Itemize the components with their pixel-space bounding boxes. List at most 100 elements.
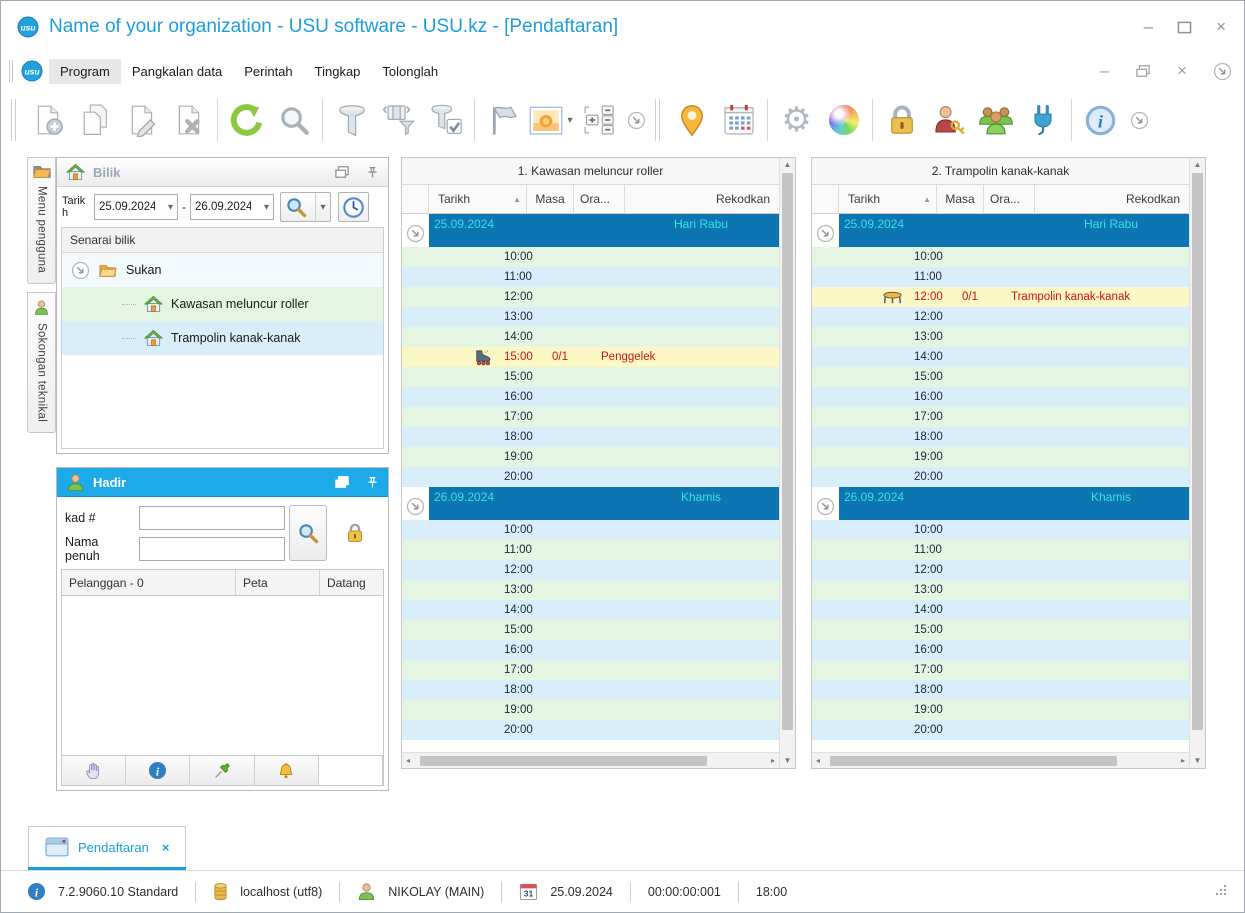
time-slot-row[interactable]: 16:00 bbox=[812, 640, 1189, 660]
color-sphere-button[interactable] bbox=[820, 96, 867, 144]
time-slot-row[interactable]: 20:00 bbox=[812, 720, 1189, 740]
time-slot-row[interactable]: 12:00 bbox=[812, 307, 1189, 327]
column-header-tarikh[interactable]: Tarikh ▲ bbox=[839, 185, 937, 213]
scroll-up-arrow[interactable]: ▲ bbox=[1190, 158, 1205, 172]
scroll-right-arrow[interactable]: ▸ bbox=[771, 753, 775, 768]
time-slot-row[interactable]: 20:00 bbox=[402, 467, 779, 487]
vertical-scrollbar[interactable]: ▲ ▼ bbox=[779, 158, 795, 768]
horizontal-scrollbar[interactable]: ◂ ▸ bbox=[402, 752, 779, 768]
toolbar-grip[interactable] bbox=[655, 99, 660, 141]
time-slot-row[interactable]: 11:00 bbox=[402, 540, 779, 560]
scroll-down-arrow[interactable]: ▼ bbox=[1190, 754, 1205, 768]
menu-item-perintah[interactable]: Perintah bbox=[233, 59, 303, 84]
column-header-rekodkan[interactable]: Rekodkan bbox=[1035, 185, 1189, 213]
date-group-row[interactable]: 26.09.2024 Khamis bbox=[402, 487, 779, 520]
time-slot-row[interactable]: 17:00 bbox=[402, 660, 779, 680]
time-slot-row[interactable]: 15:00 bbox=[812, 367, 1189, 387]
panel-pin-icon[interactable] bbox=[366, 475, 379, 489]
date-group-row[interactable]: 26.09.2024 Khamis bbox=[812, 487, 1189, 520]
time-slot-row[interactable]: 19:00 bbox=[812, 447, 1189, 467]
filter-apply-button[interactable] bbox=[422, 96, 469, 144]
time-slot-row[interactable]: 13:00 bbox=[402, 580, 779, 600]
toolbar-grip[interactable] bbox=[9, 60, 13, 82]
tab-pendaftaran[interactable]: Pendaftaran × bbox=[28, 826, 187, 870]
time-slot-row[interactable]: 13:00 bbox=[812, 580, 1189, 600]
bell-button[interactable] bbox=[254, 756, 319, 785]
chevron-circle-button[interactable] bbox=[621, 96, 651, 144]
collapse-arrow-icon[interactable] bbox=[71, 261, 90, 280]
menu-item-program[interactable]: Program bbox=[49, 58, 121, 84]
lock-button[interactable] bbox=[878, 96, 925, 144]
search-split-button[interactable]: ▾ bbox=[280, 192, 331, 222]
time-slot-row[interactable]: 14:00 bbox=[402, 600, 779, 620]
time-slot-row[interactable]: 10:00 bbox=[812, 520, 1189, 540]
time-slot-row[interactable]: 14:00 bbox=[402, 327, 779, 347]
mdi-minimize-button[interactable]: – bbox=[1100, 61, 1109, 81]
flag-button[interactable] bbox=[480, 96, 527, 144]
panel-pin-icon[interactable] bbox=[366, 165, 379, 179]
chevron-down-icon[interactable]: ▾ bbox=[567, 115, 572, 126]
sidebar-tab-menu-pengguna[interactable]: Menu pengguna bbox=[27, 157, 56, 285]
info-round-button[interactable]: i bbox=[126, 756, 191, 785]
scroll-left-arrow[interactable]: ◂ bbox=[406, 753, 410, 768]
menu-item-tingkap[interactable]: Tingkap bbox=[304, 59, 372, 84]
tree-node-trampolin-kanak-kanak[interactable]: Trampolin kanak-kanak bbox=[62, 321, 383, 355]
menu-item-pangkalan-data[interactable]: Pangkalan data bbox=[121, 59, 233, 84]
time-slot-row[interactable]: 15:00 bbox=[402, 367, 779, 387]
menu-overflow-button[interactable] bbox=[1213, 62, 1232, 81]
tree-node-kawasan-meluncur-roller[interactable]: Kawasan meluncur roller bbox=[62, 287, 383, 321]
time-slot-row[interactable]: 12:00 bbox=[812, 560, 1189, 580]
date-group-row[interactable]: 25.09.2024 Hari Rabu bbox=[402, 214, 779, 247]
chevron-down-icon[interactable]: ▾ bbox=[315, 193, 330, 221]
chevron-circle-icon[interactable] bbox=[816, 492, 835, 520]
time-slot-row[interactable]: 20:00 bbox=[812, 467, 1189, 487]
scrollbar-thumb[interactable] bbox=[830, 756, 1117, 766]
search-button[interactable] bbox=[289, 505, 327, 561]
column-header-masa[interactable]: Masa bbox=[937, 185, 984, 213]
scrollbar-thumb[interactable] bbox=[420, 756, 707, 766]
new-document-button[interactable] bbox=[24, 96, 71, 144]
filter-button[interactable] bbox=[328, 96, 375, 144]
time-slot-row[interactable]: 13:00 bbox=[402, 307, 779, 327]
date-from-dropdown[interactable]: 25.09.2024 ▾ bbox=[94, 194, 178, 220]
time-slot-row[interactable]: 15:00 bbox=[402, 620, 779, 640]
minimize-button[interactable]: – bbox=[1144, 17, 1153, 37]
info-button[interactable]: i bbox=[1077, 96, 1124, 144]
time-slot-row[interactable]: 10:00 bbox=[402, 520, 779, 540]
chevron-circle-icon[interactable] bbox=[406, 492, 425, 520]
time-slot-row[interactable]: 19:00 bbox=[402, 700, 779, 720]
scroll-left-arrow[interactable]: ◂ bbox=[816, 753, 820, 768]
time-slot-row[interactable]: 10:00 bbox=[402, 247, 779, 267]
time-slot-row[interactable]: 11:00 bbox=[812, 540, 1189, 560]
menu-item-tolonglah[interactable]: Tolonglah bbox=[371, 59, 449, 84]
time-slot-row[interactable]: 16:00 bbox=[402, 640, 779, 660]
chevron-circle-button[interactable] bbox=[1124, 96, 1154, 144]
date-group-row[interactable]: 25.09.2024 Hari Rabu bbox=[812, 214, 1189, 247]
time-slot-row[interactable]: 16:00 bbox=[402, 387, 779, 407]
chevron-circle-icon[interactable] bbox=[406, 219, 425, 247]
counters-button[interactable] bbox=[574, 96, 621, 144]
time-slot-row[interactable]: 20:00 bbox=[402, 720, 779, 740]
scroll-right-arrow[interactable]: ▸ bbox=[1181, 753, 1185, 768]
plug-button[interactable] bbox=[1019, 96, 1066, 144]
card-number-input[interactable] bbox=[139, 505, 285, 530]
resize-grip-icon[interactable] bbox=[1214, 883, 1228, 900]
date-to-dropdown[interactable]: 26.09.2024 ▾ bbox=[190, 194, 274, 220]
time-slot-row[interactable]: 11:00 bbox=[812, 267, 1189, 287]
toolbar-grip[interactable] bbox=[11, 99, 16, 141]
time-slot-row[interactable]: 17:00 bbox=[402, 407, 779, 427]
maximize-button[interactable] bbox=[1177, 21, 1192, 34]
settings-gear-button[interactable]: ⚙ bbox=[773, 96, 820, 144]
time-slot-row[interactable]: 11:00 bbox=[402, 267, 779, 287]
panel-restore-icon[interactable] bbox=[334, 165, 350, 179]
time-slot-row[interactable]: 19:00 bbox=[812, 700, 1189, 720]
mdi-close-button[interactable]: × bbox=[1177, 61, 1187, 81]
hand-button[interactable] bbox=[62, 756, 127, 785]
full-name-input[interactable] bbox=[139, 536, 285, 561]
column-header-orang[interactable]: Ora... bbox=[574, 185, 625, 213]
time-slot-row[interactable]: 17:00 bbox=[812, 407, 1189, 427]
chevron-circle-icon[interactable] bbox=[816, 219, 835, 247]
user-groups-button[interactable] bbox=[972, 96, 1019, 144]
column-header-masa[interactable]: Masa bbox=[527, 185, 574, 213]
time-slot-row[interactable]: 18:00 bbox=[402, 680, 779, 700]
